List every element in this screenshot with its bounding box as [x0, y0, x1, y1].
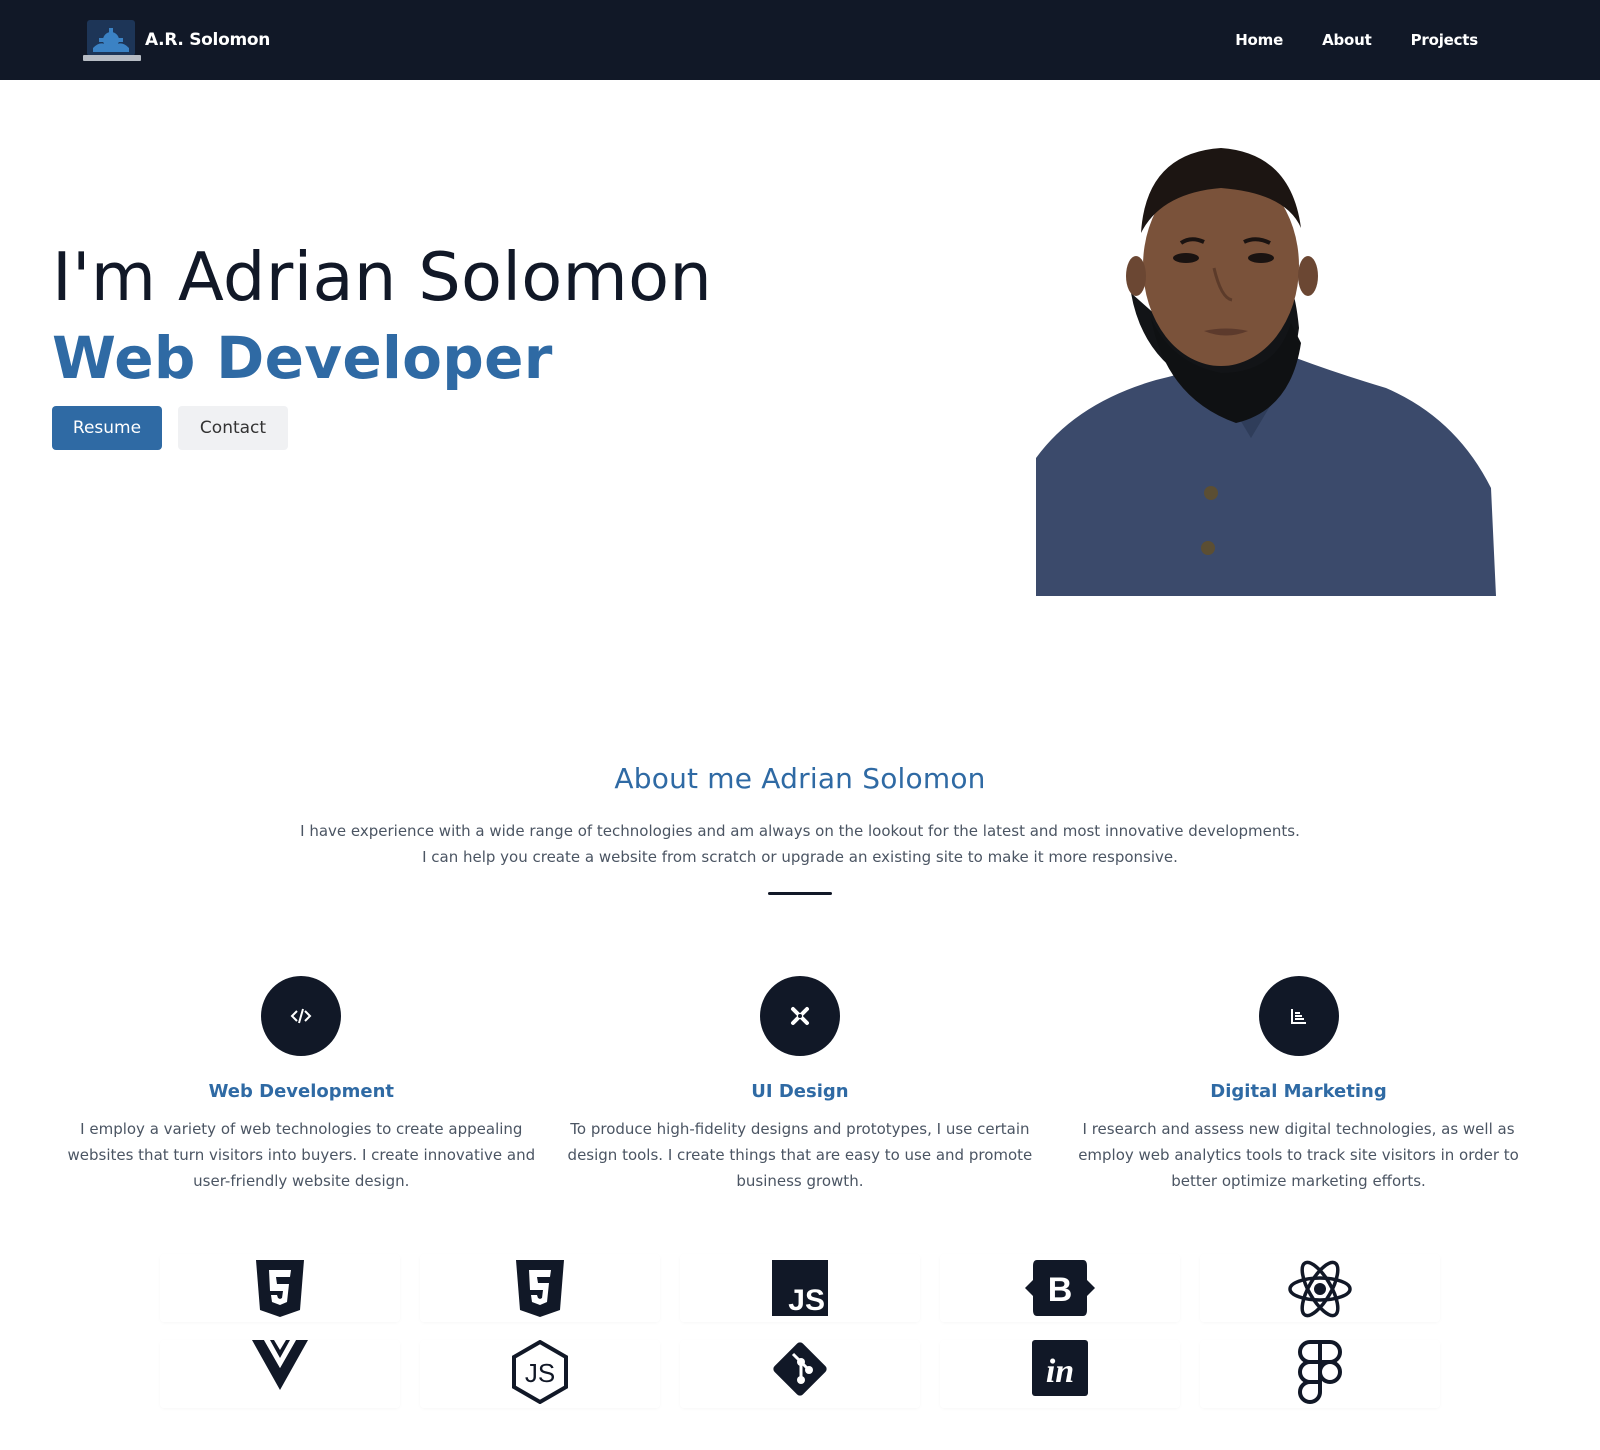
hero-title: I'm Adrian Solomon: [52, 238, 713, 316]
navbar: A.R. Solomon Home About Projects: [0, 0, 1600, 80]
tech-row: JS in: [160, 1340, 1440, 1408]
about-title: About me Adrian Solomon: [614, 762, 986, 795]
tech-cell: JS: [420, 1340, 660, 1408]
tech-row: JS B: [160, 1254, 1440, 1322]
resume-button[interactable]: Resume: [52, 406, 162, 450]
service-ui-design: UI Design To produce high-fidelity desig…: [551, 976, 1050, 1194]
brand-name: A.R. Solomon: [145, 30, 271, 50]
service-digital-marketing: Digital Marketing I research and assess …: [1049, 976, 1548, 1194]
nav-link-projects[interactable]: Projects: [1411, 31, 1479, 49]
html5-icon: [256, 1260, 304, 1317]
services: Web Development I employ a variety of we…: [52, 976, 1548, 1194]
bootstrap-icon: B: [1025, 1260, 1095, 1316]
hero-subtitle: Web Developer: [52, 324, 553, 392]
profile-photo: [1036, 148, 1496, 596]
brand-logo-icon: [83, 18, 141, 62]
react-icon: [1288, 1260, 1352, 1318]
contact-button[interactable]: Contact: [178, 406, 288, 450]
nodejs-icon: JS: [512, 1340, 568, 1404]
section-divider: [768, 892, 832, 895]
svg-text:B: B: [1048, 1271, 1073, 1309]
invision-icon: in: [1032, 1340, 1088, 1396]
service-text: To produce high-fidelity designs and pro…: [567, 1120, 1033, 1190]
design-tools-icon: [759, 976, 840, 1056]
tech-grid: JS B JS in: [160, 1254, 1440, 1426]
tech-cell: [1200, 1254, 1440, 1322]
service-text: I employ a variety of web technologies t…: [67, 1120, 536, 1190]
tech-cell: [160, 1254, 400, 1322]
javascript-icon: JS: [772, 1260, 828, 1316]
tech-cell: [680, 1340, 920, 1408]
tech-cell: [420, 1254, 660, 1322]
vue-icon: [252, 1340, 308, 1390]
nav-link-about[interactable]: About: [1322, 31, 1372, 49]
svg-text:in: in: [1046, 1353, 1074, 1390]
figma-icon: [1298, 1340, 1342, 1404]
tech-cell: [160, 1340, 400, 1408]
about-text: I have experience with a wide range of t…: [300, 822, 1300, 866]
svg-text:JS: JS: [788, 1284, 825, 1316]
service-title: Digital Marketing: [1210, 1081, 1387, 1102]
service-title: UI Design: [751, 1081, 849, 1102]
code-icon: [261, 976, 342, 1056]
svg-text:JS: JS: [525, 1358, 555, 1388]
service-web-development: Web Development I employ a variety of we…: [52, 976, 551, 1194]
tech-cell: in: [940, 1340, 1180, 1408]
tech-cell: [1200, 1340, 1440, 1408]
tech-cell: B: [940, 1254, 1180, 1322]
service-title: Web Development: [208, 1081, 395, 1102]
chart-icon: [1258, 976, 1339, 1056]
css3-icon: [516, 1260, 564, 1317]
git-icon: [773, 1342, 827, 1396]
nav-link-home[interactable]: Home: [1235, 31, 1283, 49]
service-text: I research and assess new digital techno…: [1078, 1120, 1519, 1190]
tech-cell: JS: [680, 1254, 920, 1322]
brand-link[interactable]: A.R. Solomon: [83, 18, 270, 62]
nav-links: Home About Projects: [1235, 0, 1478, 80]
